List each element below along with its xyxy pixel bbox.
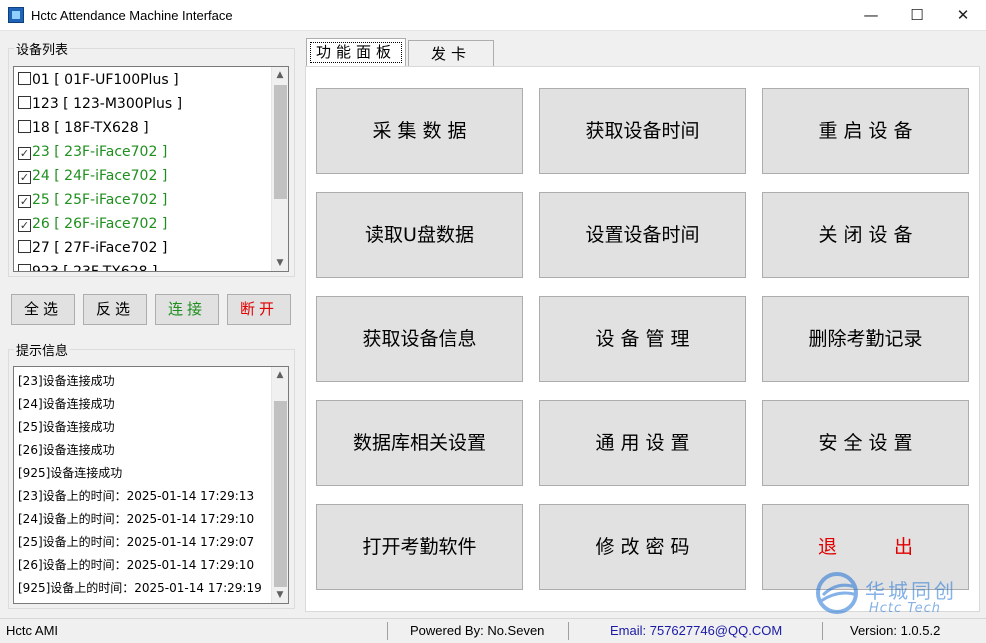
device-list-scrollbar[interactable]: ▲ ▼ [271, 67, 288, 271]
watermark-en-text: Hctc Tech [869, 601, 942, 616]
app-icon [8, 7, 24, 23]
read-usb-data-button[interactable]: 读取U盘数据 [316, 192, 523, 278]
general-settings-button[interactable]: 通 用 设 置 [539, 400, 746, 486]
log-line: [25]设备连接成功 [18, 420, 115, 434]
close-button[interactable]: ✕ [940, 0, 986, 31]
log-line: [26]设备连接成功 [18, 443, 115, 457]
device-list-item[interactable]: ✓ 25 [ 25F-iFace702 ] [18, 188, 167, 212]
status-divider [822, 622, 823, 640]
checkbox-checked-icon[interactable]: ✓ [18, 219, 31, 232]
device-list-item[interactable]: ✓ 23 [ 23F-iFace702 ] [18, 140, 167, 164]
device-label: 23 [ 23F-iFace702 ] [32, 144, 168, 160]
database-settings-button[interactable]: 数据库相关设置 [316, 400, 523, 486]
title-bar: Hctc Attendance Machine Interface — ☐ ✕ [0, 0, 986, 31]
checkbox-icon[interactable] [18, 72, 31, 85]
device-list-item[interactable]: 27 [ 27F-iFace702 ] [18, 236, 167, 260]
scroll-thumb[interactable] [274, 85, 287, 199]
checkbox-icon[interactable] [18, 96, 31, 109]
status-app-name: Hctc AMI [6, 623, 59, 638]
status-email: Email: 757627746@QQ.COM [610, 623, 783, 638]
delete-records-button[interactable]: 删除考勤记录 [762, 296, 969, 382]
connect-button[interactable]: 连接 [155, 294, 219, 325]
shutdown-device-button[interactable]: 关 闭 设 备 [762, 192, 969, 278]
device-list-item[interactable]: 01 [ 01F-UF100Plus ] [18, 68, 179, 92]
function-panel: 采 集 数 据获取设备时间重 启 设 备读取U盘数据 设置设备时间关 闭 设 备获… [305, 66, 980, 616]
device-label: 123 [ 123-M300Plus ] [32, 96, 183, 112]
device-label: 24 [ 24F-iFace702 ] [32, 168, 168, 184]
scroll-up-icon[interactable]: ▲ [272, 367, 288, 383]
checkbox-icon[interactable] [18, 120, 31, 133]
device-management-button[interactable]: 设 备 管 理 [539, 296, 746, 382]
device-list-item[interactable]: ✓ 26 [ 26F-iFace702 ] [18, 212, 167, 236]
log-line: [24]设备上的时间：2025-01-14 17:29:10 [18, 512, 255, 526]
checkbox-checked-icon[interactable]: ✓ [18, 195, 31, 208]
watermark-logo: 华城同创 Hctc Tech [813, 571, 973, 616]
device-list-item[interactable]: 18 [ 18F-TX628 ] [18, 116, 149, 140]
log-line: [23]设备上的时间：2025-01-14 17:29:13 [18, 489, 255, 503]
device-label: 01 [ 01F-UF100Plus ] [32, 72, 179, 88]
status-divider [387, 622, 388, 640]
watermark-emblem-icon [816, 572, 858, 614]
open-attendance-software-button[interactable]: 打开考勤软件 [316, 504, 523, 590]
status-powered-by: Powered By: No.Seven [410, 623, 545, 638]
status-version: Version: 1.0.5.2 [850, 623, 941, 638]
tab-card-issue[interactable]: 发卡 [408, 40, 494, 66]
device-list-item[interactable]: 923 [ 23F-TX628 ] [18, 260, 158, 272]
log-listbox[interactable]: [23]设备连接成功 [24]设备连接成功 [25]设备连接成功 [26]设备连接成功… [13, 366, 289, 604]
device-list-item[interactable]: ✓ 24 [ 24F-iFace702 ] [18, 164, 167, 188]
device-listbox[interactable]: 01 [ 01F-UF100Plus ] 123 [ 123-M300Plus ]… [13, 66, 289, 272]
checkbox-checked-icon[interactable]: ✓ [18, 147, 31, 160]
status-divider [568, 622, 569, 640]
log-line: [25]设备上的时间：2025-01-14 17:29:07 [18, 535, 255, 549]
scroll-down-icon[interactable]: ▼ [272, 255, 288, 271]
restart-device-button[interactable]: 重 启 设 备 [762, 88, 969, 174]
tab-function-panel[interactable]: 功能面板 [306, 38, 406, 67]
checkbox-icon[interactable] [18, 264, 31, 271]
device-label: 26 [ 26F-iFace702 ] [32, 216, 168, 232]
scroll-up-icon[interactable]: ▲ [272, 67, 288, 83]
minimize-button[interactable]: — [848, 0, 894, 31]
scroll-thumb[interactable] [274, 401, 287, 587]
log-line: [26]设备上的时间：2025-01-14 17:29:10 [18, 558, 255, 572]
checkbox-icon[interactable] [18, 240, 31, 253]
tab-focus-rect [310, 42, 402, 63]
log-line: [925]设备连接成功 [18, 466, 123, 480]
log-line: [23]设备连接成功 [18, 374, 115, 388]
set-device-time-button[interactable]: 设置设备时间 [539, 192, 746, 278]
device-label: 25 [ 25F-iFace702 ] [32, 192, 168, 208]
log-label: 提示信息 [14, 340, 71, 359]
log-line: [925]设备上的时间：2025-01-14 17:29:19 [18, 581, 262, 595]
device-label: 27 [ 27F-iFace702 ] [32, 240, 168, 256]
scroll-down-icon[interactable]: ▼ [272, 587, 288, 603]
log-line: [24]设备连接成功 [18, 397, 115, 411]
watermark-cn-text: 华城同创 [865, 579, 957, 603]
status-bar: Hctc AMI Powered By: No.Seven Email: 757… [0, 618, 986, 643]
maximize-button[interactable]: ☐ [894, 0, 940, 31]
window-title: Hctc Attendance Machine Interface [31, 8, 233, 23]
select-all-button[interactable]: 全选 [11, 294, 75, 325]
invert-selection-button[interactable]: 反选 [83, 294, 147, 325]
close-icon: ✕ [956, 6, 970, 24]
device-list-label: 设备列表 [14, 39, 71, 58]
device-label: 923 [ 23F-TX628 ] [32, 264, 158, 272]
tab-label: 发卡 [430, 45, 471, 63]
checkbox-checked-icon[interactable]: ✓ [18, 171, 31, 184]
maximize-icon: ☐ [910, 6, 924, 24]
security-settings-button[interactable]: 安 全 设 置 [762, 400, 969, 486]
get-device-time-button[interactable]: 获取设备时间 [539, 88, 746, 174]
device-label: 18 [ 18F-TX628 ] [32, 120, 149, 136]
minimize-icon: — [863, 6, 879, 24]
change-password-button[interactable]: 修 改 密 码 [539, 504, 746, 590]
log-scrollbar[interactable]: ▲ ▼ [271, 367, 288, 603]
device-list-item[interactable]: 123 [ 123-M300Plus ] [18, 92, 182, 116]
disconnect-button[interactable]: 断开 [227, 294, 291, 325]
get-device-info-button[interactable]: 获取设备信息 [316, 296, 523, 382]
collect-data-button[interactable]: 采 集 数 据 [316, 88, 523, 174]
